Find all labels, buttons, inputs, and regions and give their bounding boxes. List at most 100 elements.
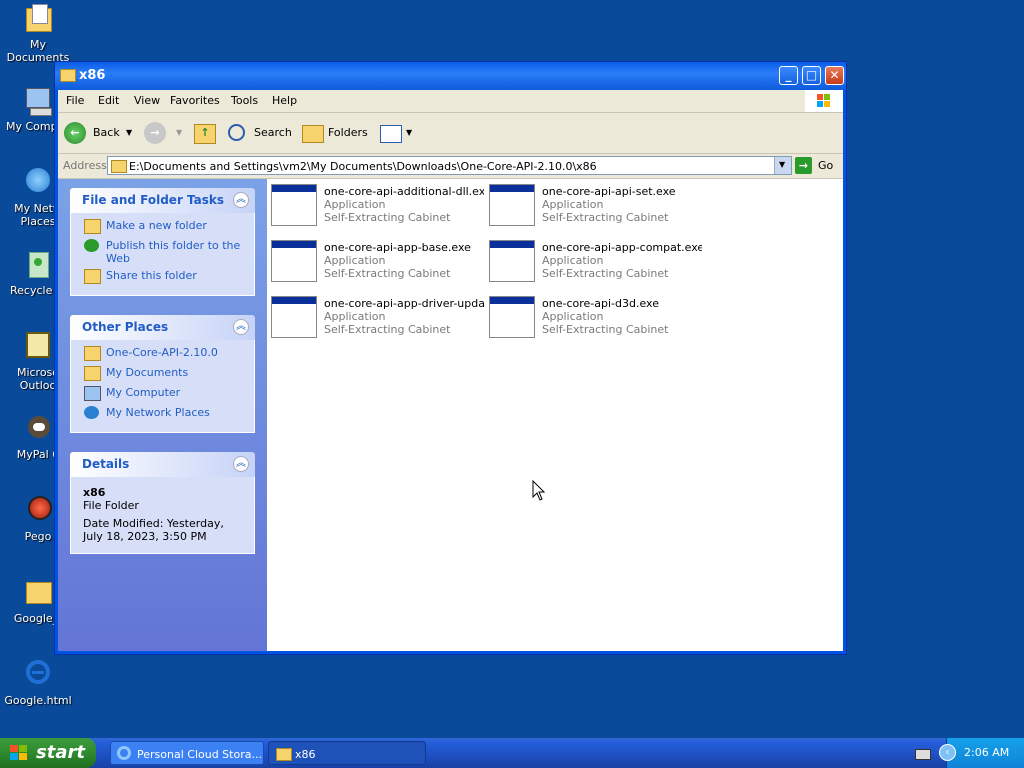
go-arrow-icon: → — [795, 157, 812, 174]
desktop-icon-my-documents[interactable]: My Documents — [0, 2, 76, 64]
collapse-chevron-icon[interactable]: ︽ — [233, 456, 249, 472]
place-label: My Network Places — [106, 406, 210, 419]
address-input[interactable]: E:\Documents and Settings\vm2\My Documen… — [107, 156, 792, 175]
file-item[interactable]: one-core-api-d3d.exe Application Self-Ex… — [485, 293, 695, 343]
application-icon — [489, 296, 535, 338]
minimize-button[interactable]: _ — [779, 66, 798, 85]
task-label: Publish this folder to the Web — [106, 239, 241, 265]
panel-body: One-Core-API-2.10.0 My Documents My Comp… — [70, 340, 255, 433]
explorer-window: x86 _ □ ✕ File Edit View Favorites Tools… — [54, 61, 847, 655]
folders-label: Folders — [328, 126, 368, 139]
chevron-down-icon: ▼ — [176, 128, 183, 137]
place-my-computer[interactable]: My Computer — [71, 386, 254, 406]
mypal-icon — [22, 412, 54, 444]
desktop-icon-google-html[interactable]: Google.html — [0, 658, 76, 707]
file-type: Application — [324, 198, 386, 211]
folder-icon — [22, 576, 54, 608]
folders-button[interactable]: Folders — [300, 121, 368, 145]
menu-help[interactable]: Help — [272, 94, 297, 107]
collapse-chevron-icon[interactable]: ︽ — [233, 192, 249, 208]
taskbar-item-label: Personal Cloud Stora... — [137, 748, 262, 761]
internet-explorer-icon — [22, 658, 54, 690]
panel-header[interactable]: File and Folder Tasks ︽ — [70, 188, 255, 213]
file-description: Self-Extracting Cabinet — [324, 211, 451, 224]
system-tray: ‹ 2:06 AM — [939, 738, 1024, 768]
place-one-core-api[interactable]: One-Core-API-2.10.0 — [71, 346, 254, 366]
details-panel: Details ︽ x86 File Folder Date Modified:… — [70, 452, 255, 554]
taskbar-item-x86[interactable]: x86 — [268, 741, 426, 765]
taskbar: start Personal Cloud Stora... x86 ‹ 2:06… — [0, 738, 1024, 768]
start-button[interactable]: start — [0, 738, 96, 768]
search-icon — [228, 124, 245, 141]
file-description: Self-Extracting Cabinet — [542, 267, 669, 280]
panel-body: x86 File Folder Date Modified: Yesterday… — [70, 477, 255, 554]
taskbar-item-personal-cloud[interactable]: Personal Cloud Stora... — [110, 741, 264, 765]
application-icon — [271, 296, 317, 338]
chevron-down-icon: ▼ — [126, 128, 133, 137]
forward-button[interactable]: → ▼ — [144, 121, 184, 145]
back-arrow-icon: ← — [64, 122, 86, 144]
menu-file[interactable]: File — [66, 94, 84, 107]
file-item[interactable]: one-core-api-app-base.exe Application Se… — [267, 237, 477, 287]
collapse-chevron-icon[interactable]: ︽ — [233, 319, 249, 335]
file-item[interactable]: one-core-api-additional-dll.exe Applicat… — [267, 181, 484, 231]
other-places-panel: Other Places ︽ One-Core-API-2.10.0 My Do… — [70, 315, 255, 433]
menu-view[interactable]: View — [134, 94, 160, 107]
panel-title: Other Places — [82, 320, 169, 334]
window-title: x86 — [79, 68, 106, 83]
file-name: one-core-api-app-base.exe — [324, 241, 471, 254]
file-item[interactable]: one-core-api-app-compat.exe Application … — [485, 237, 702, 287]
my-computer-icon — [84, 386, 101, 401]
taskbar-item-label: x86 — [295, 748, 316, 761]
place-label: My Documents — [106, 366, 189, 379]
my-documents-icon — [22, 2, 54, 34]
close-button[interactable]: ✕ — [825, 66, 844, 85]
window-client: File Edit View Favorites Tools Help ← Ba… — [58, 90, 843, 651]
address-bar: Address E:\Documents and Settings\vm2\My… — [58, 154, 843, 179]
file-type: Application — [324, 254, 386, 267]
search-button[interactable]: Search — [226, 121, 292, 145]
file-item[interactable]: one-core-api-app-driver-upda... Applicat… — [267, 293, 484, 343]
panel-header[interactable]: Details ︽ — [70, 452, 255, 477]
folder-icon — [84, 346, 101, 361]
application-icon — [489, 240, 535, 282]
go-label: Go — [818, 159, 834, 172]
menu-bar: File Edit View Favorites Tools Help — [58, 90, 843, 113]
my-computer-icon — [22, 84, 54, 116]
task-share-folder[interactable]: Share this folder — [71, 269, 254, 289]
task-label: Share this folder — [106, 269, 197, 282]
folder-icon — [60, 69, 76, 82]
panel-header[interactable]: Other Places ︽ — [70, 315, 255, 340]
panel-body: Make a new folder Publish this folder to… — [70, 213, 255, 296]
file-description: Self-Extracting Cabinet — [542, 211, 669, 224]
place-my-documents[interactable]: My Documents — [71, 366, 254, 386]
maximize-button[interactable]: □ — [802, 66, 821, 85]
menu-edit[interactable]: Edit — [98, 94, 119, 107]
menu-favorites[interactable]: Favorites — [170, 94, 220, 107]
folder-icon — [276, 748, 292, 761]
up-folder-button[interactable]: ↑ — [192, 121, 218, 145]
address-dropdown-button[interactable]: ▼ — [774, 157, 791, 174]
folder-icon — [111, 160, 127, 173]
keyboard-icon[interactable] — [915, 749, 931, 760]
menu-tools[interactable]: Tools — [231, 94, 258, 107]
clock: 2:06 AM — [964, 746, 1010, 759]
file-name: one-core-api-app-compat.exe — [542, 241, 702, 254]
place-my-network-places[interactable]: My Network Places — [71, 406, 254, 426]
task-publish-to-web[interactable]: Publish this folder to the Web — [71, 239, 254, 269]
task-make-new-folder[interactable]: Make a new folder — [71, 219, 254, 239]
file-name: one-core-api-d3d.exe — [542, 297, 659, 310]
place-label: My Computer — [106, 386, 181, 399]
back-label: Back — [93, 126, 120, 139]
pego-icon — [22, 494, 54, 526]
back-button[interactable]: ← Back ▼ — [64, 121, 134, 145]
my-documents-icon — [84, 366, 101, 381]
views-button[interactable]: ▼ — [378, 121, 414, 145]
go-button[interactable]: → Go — [795, 156, 835, 175]
title-bar[interactable]: x86 _ □ ✕ — [55, 62, 846, 90]
toolbar: ← Back ▼ → ▼ ↑ Search Folders ▼ — [58, 113, 843, 154]
file-description: Self-Extracting Cabinet — [324, 323, 451, 336]
file-item[interactable]: one-core-api-api-set.exe Application Sel… — [485, 181, 695, 231]
expand-tray-icon[interactable]: ‹ — [939, 744, 956, 761]
application-icon — [271, 184, 317, 226]
